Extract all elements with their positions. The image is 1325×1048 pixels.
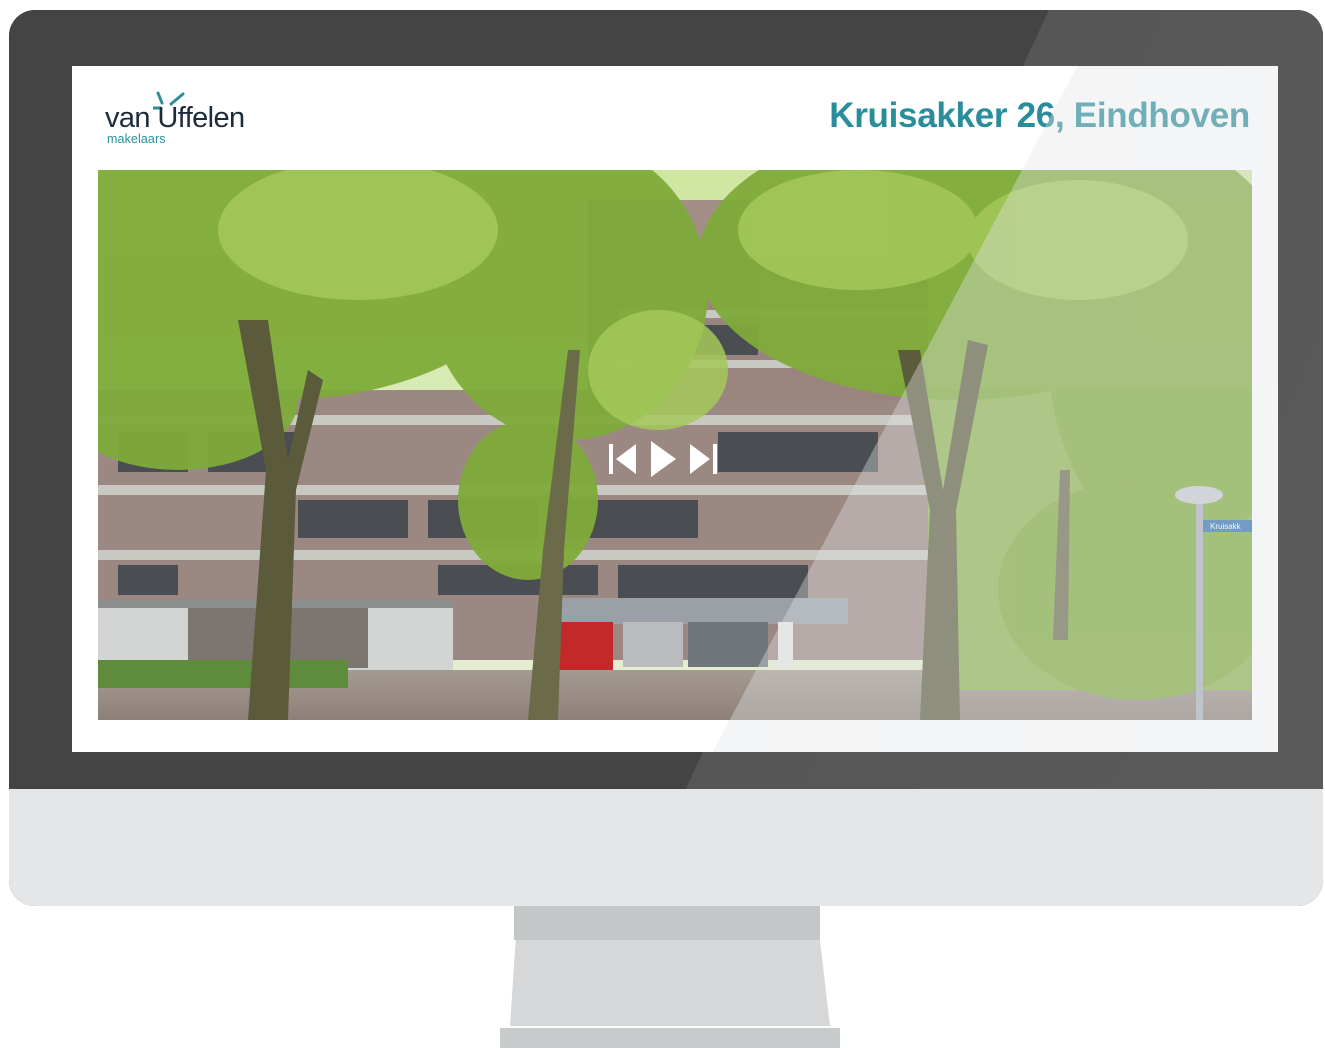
brand-logo[interactable]: van Uffelen makelaars — [105, 90, 305, 150]
monitor-stand — [500, 906, 840, 1048]
monitor-screen: van Uffelen makelaars Kruisakker 26, Ein… — [72, 66, 1278, 752]
play-button[interactable] — [646, 440, 680, 478]
slideshow-controls — [606, 440, 720, 478]
property-photo[interactable]: Kruisakk — [98, 170, 1252, 720]
logo-subtitle: makelaars — [107, 132, 166, 146]
listing-title: Kruisakker 26, Eindhoven — [829, 96, 1250, 135]
play-icon — [651, 441, 676, 477]
skip-forward-icon — [690, 444, 717, 474]
monitor-bezel: van Uffelen makelaars Kruisakker 26, Ein… — [9, 10, 1323, 906]
next-button[interactable] — [686, 440, 720, 478]
monitor-chin — [9, 789, 1323, 906]
previous-button[interactable] — [606, 440, 640, 478]
logo-wordmark: van Uffelen — [105, 102, 245, 134]
skip-back-icon — [609, 444, 636, 474]
street-sign-text: Kruisakk — [1210, 522, 1242, 531]
